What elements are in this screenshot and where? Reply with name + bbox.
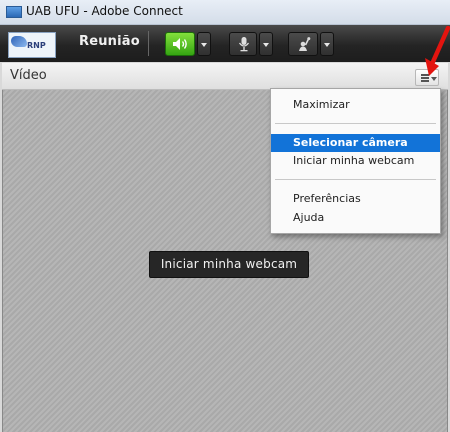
start-webcam-button[interactable]: Iniciar minha webcam xyxy=(149,251,309,278)
speaker-button[interactable] xyxy=(165,32,195,56)
annotation-arrow-icon xyxy=(425,26,450,76)
microphone-options-dropdown[interactable] xyxy=(259,32,273,56)
menu-divider xyxy=(275,179,436,180)
menu-item-maximize[interactable]: Maximizar xyxy=(271,96,440,114)
menu-item-start-webcam[interactable]: Iniciar minha webcam xyxy=(271,152,440,170)
status-options-dropdown[interactable] xyxy=(320,32,334,56)
menu-divider xyxy=(275,123,436,124)
pod-options-menu: Maximizar Selecionar câmera Iniciar minh… xyxy=(270,88,441,234)
meeting-menu[interactable]: Reunião xyxy=(79,34,140,49)
app-toolbar: RNP Reunião xyxy=(0,25,450,62)
status-button[interactable] xyxy=(288,32,318,56)
app-window-icon xyxy=(6,6,22,18)
microphone-button[interactable] xyxy=(229,32,257,56)
speaker-icon xyxy=(173,38,187,50)
video-pod-title: Vídeo xyxy=(10,68,47,83)
rnp-logo: RNP xyxy=(8,32,56,58)
toolbar-divider xyxy=(148,31,149,56)
speaker-options-dropdown[interactable] xyxy=(197,32,211,56)
menu-item-select-camera[interactable]: Selecionar câmera xyxy=(271,134,440,152)
menu-item-help[interactable]: Ajuda xyxy=(271,209,440,227)
rnp-logo-text: RNP xyxy=(27,41,46,50)
raise-hand-icon xyxy=(299,37,311,51)
menu-item-preferences[interactable]: Preferências xyxy=(271,190,440,208)
window-title: UAB UFU - Adobe Connect xyxy=(26,4,183,18)
rnp-logo-icon xyxy=(11,36,27,47)
window-titlebar: UAB UFU - Adobe Connect xyxy=(0,0,450,25)
microphone-icon xyxy=(238,37,250,52)
video-pod-header: Vídeo xyxy=(2,63,448,90)
